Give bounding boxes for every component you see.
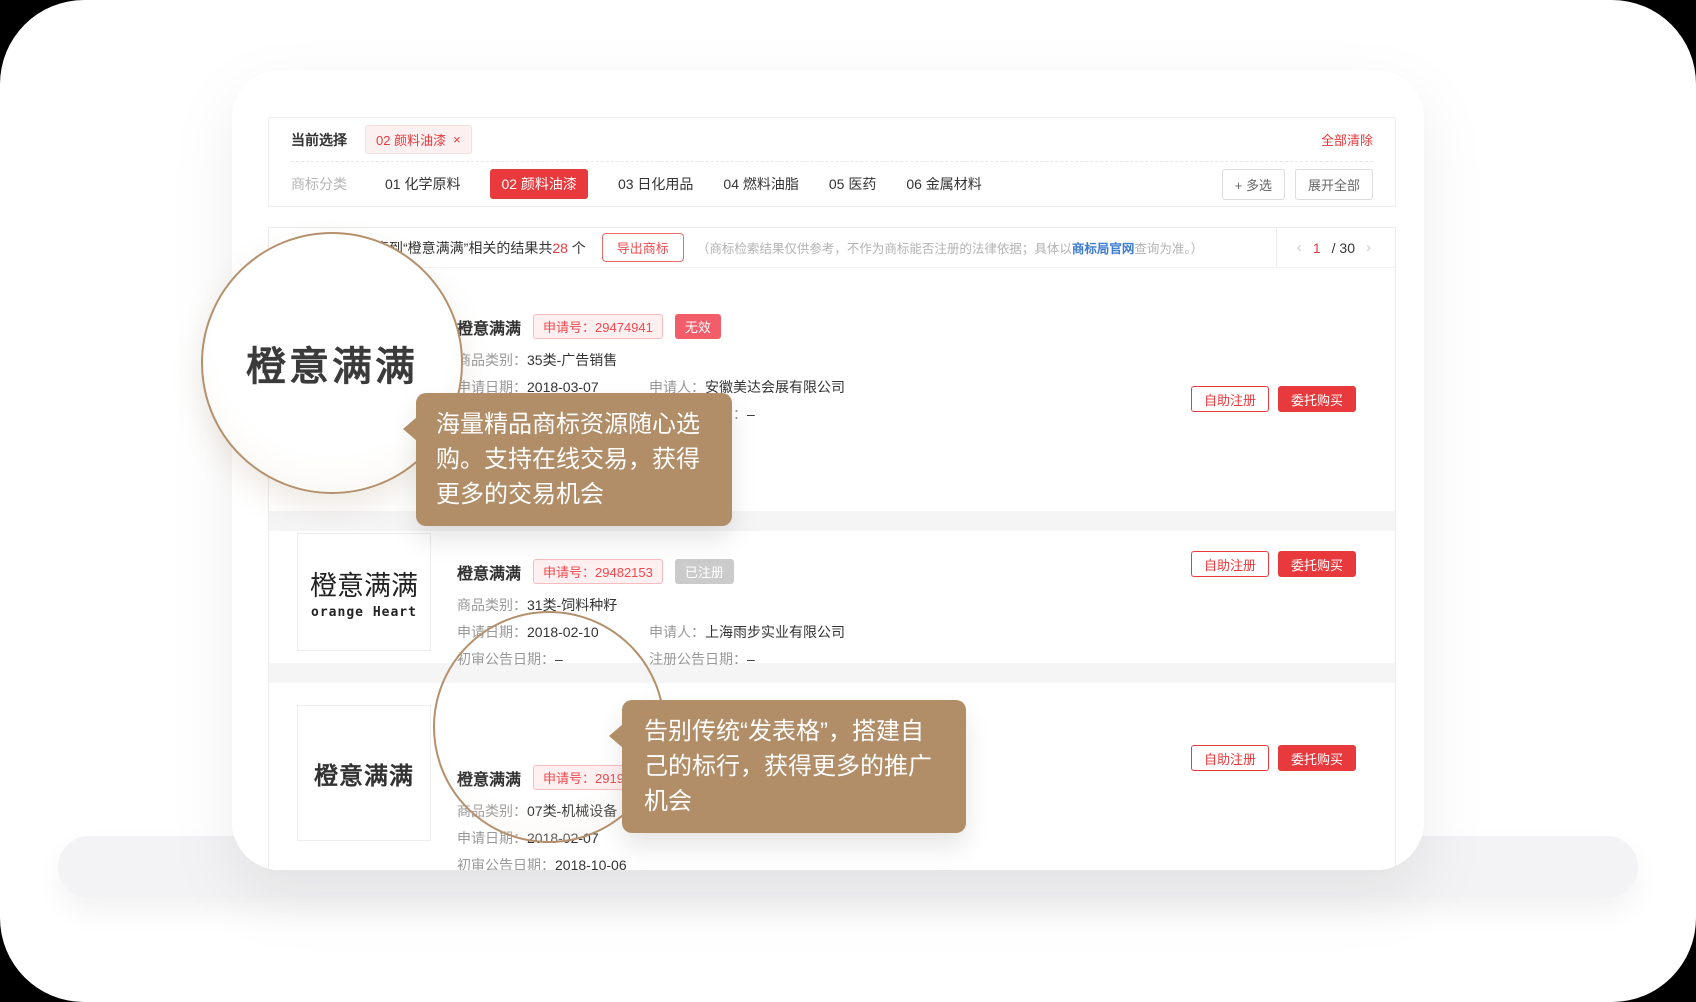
expand-all-button[interactable]: 展开全部 xyxy=(1295,169,1373,200)
date-field-value: 2018-02-10 xyxy=(527,624,599,640)
self-register-button[interactable]: 自助注册 xyxy=(1191,386,1269,412)
status-badge: 无效 xyxy=(675,314,721,339)
category-item-01[interactable]: 01 化学原料 xyxy=(385,174,460,194)
total-pages: / 30 xyxy=(1332,240,1355,256)
screenshot-canvas: 当前选择 02 颜料油漆 × 全部清除 商标分类 01 化学原料 02 颜料油漆… xyxy=(0,0,1696,1002)
self-register-button[interactable]: 自助注册 xyxy=(1191,745,1269,771)
self-register-button[interactable]: 自助注册 xyxy=(1191,551,1269,577)
first-pub-label: 初审公告日期： xyxy=(457,857,555,870)
results-header: 当前分类下检索到“橙意满满”相关的结果共28 个 导出商标 （商标检索结果仅供参… xyxy=(269,228,1395,268)
clear-all-link[interactable]: 全部清除 xyxy=(1321,130,1373,149)
application-number-label: 申请号： xyxy=(543,320,595,335)
applicant-field-label: 申请人： xyxy=(649,624,705,640)
category-label: 商标分类 xyxy=(291,174,347,194)
application-number-badge: 申请号：29474941 xyxy=(533,314,663,339)
trademark-office-link[interactable]: 商标局官网 xyxy=(1072,242,1135,256)
selected-filter-tag[interactable]: 02 颜料油漆 × xyxy=(365,125,472,154)
category-item-04[interactable]: 04 燃料油脂 xyxy=(723,174,798,194)
status-badge: 已注册 xyxy=(675,559,734,584)
category-item-05[interactable]: 05 医药 xyxy=(829,174,876,194)
table-row: 橙意满满 orange Heart 橙意满满 申请号：29482153 已注册 … xyxy=(269,531,1395,663)
filter-panel: 当前选择 02 颜料油漆 × 全部清除 商标分类 01 化学原料 02 颜料油漆… xyxy=(268,117,1396,207)
date-field-label: 申请日期： xyxy=(457,830,527,846)
category-field-value: 35类-广告销售 xyxy=(527,352,617,368)
summary-suffix: 个 xyxy=(568,240,586,256)
trademark-name: 橙意满满 xyxy=(457,315,521,339)
selected-filter-tag-label: 02 颜料油漆 xyxy=(376,130,446,149)
application-number-badge: 申请号：29482153 xyxy=(533,559,663,584)
current-page: 1 xyxy=(1313,240,1321,256)
trademark-image-text: 橙意满满 xyxy=(314,756,414,791)
trademark-name: 橙意满满 xyxy=(457,560,521,584)
disclaimer-text: （商标检索结果仅供参考，不作为商标能否注册的法律依据；具体以商标局官网查询为准。… xyxy=(697,238,1203,257)
multi-select-button[interactable]: + 多选 xyxy=(1222,169,1285,200)
first-pub-value: – xyxy=(555,651,563,667)
category-actions: + 多选 展开全部 xyxy=(1222,169,1373,200)
reg-pub-value: – xyxy=(747,651,755,667)
trademark-name: 橙意满满 xyxy=(457,766,521,790)
tooltip-resources: 海量精品商标资源随心选购。支持在线交易，获得更多的交易机会 xyxy=(416,393,732,526)
export-trademark-button[interactable]: 导出商标 xyxy=(602,233,684,262)
category-field-value: 31类-饲料种籽 xyxy=(527,597,617,613)
reg-pub-value: – xyxy=(747,406,755,422)
date-field-label: 申请日期： xyxy=(457,624,527,640)
date-field-value: 2018-02-07 xyxy=(527,830,599,846)
disclaimer-post: 查询为准。） xyxy=(1134,242,1203,256)
application-number-label: 申请号： xyxy=(543,771,595,786)
next-page-icon[interactable]: › xyxy=(1366,239,1371,256)
pagination: ‹ 1 / 30 › xyxy=(1276,228,1395,267)
application-number: 29482153 xyxy=(595,565,653,580)
category-field-label: 商品类别： xyxy=(457,352,527,368)
first-pub-value: 2018-10-06 xyxy=(555,857,627,870)
applicant-field-value: 安徽美达会展有限公司 xyxy=(705,379,845,395)
category-item-03[interactable]: 03 日化用品 xyxy=(618,174,693,194)
trademark-image: 橙意满满 xyxy=(297,705,431,841)
entrust-purchase-button[interactable]: 委托购买 xyxy=(1278,386,1356,412)
category-item-02-selected[interactable]: 02 颜料油漆 xyxy=(490,169,587,199)
reg-pub-label: 注册公告日期： xyxy=(649,651,747,667)
current-selection-label: 当前选择 xyxy=(291,130,347,150)
prev-page-icon[interactable]: ‹ xyxy=(1297,239,1302,256)
remove-tag-icon[interactable]: × xyxy=(453,132,461,147)
category-item-06[interactable]: 06 金属材料 xyxy=(906,174,981,194)
trademark-image-text: 橙意满满 xyxy=(310,564,418,603)
tooltip-promotion: 告别传统“发表格”，搭建自己的标行，获得更多的推广机会 xyxy=(622,700,966,833)
applicant-field-value: 上海雨步实业有限公司 xyxy=(705,624,845,640)
entrust-purchase-button[interactable]: 委托购买 xyxy=(1278,745,1356,771)
category-row: 商标分类 01 化学原料 02 颜料油漆 03 日化用品 04 燃料油脂 05 … xyxy=(291,162,1373,206)
category-field-label: 商品类别： xyxy=(457,803,527,819)
category-field-label: 商品类别： xyxy=(457,597,527,613)
entrust-purchase-button[interactable]: 委托购买 xyxy=(1278,551,1356,577)
disclaimer-pre: （商标检索结果仅供参考，不作为商标能否注册的法律依据；具体以 xyxy=(697,242,1072,256)
summary-count: 28 xyxy=(552,240,568,256)
first-pub-label: 初审公告日期： xyxy=(457,651,555,667)
application-number-label: 申请号： xyxy=(543,565,595,580)
magnified-trademark-text: 橙意满满 xyxy=(246,334,418,392)
trademark-image: 橙意满满 orange Heart xyxy=(297,533,431,651)
current-selection-row: 当前选择 02 颜料油漆 × 全部清除 xyxy=(291,118,1373,162)
application-number: 29474941 xyxy=(595,320,653,335)
trademark-image-subtext: orange Heart xyxy=(311,605,417,620)
category-field-value: 07类-机械设备 xyxy=(527,803,617,819)
